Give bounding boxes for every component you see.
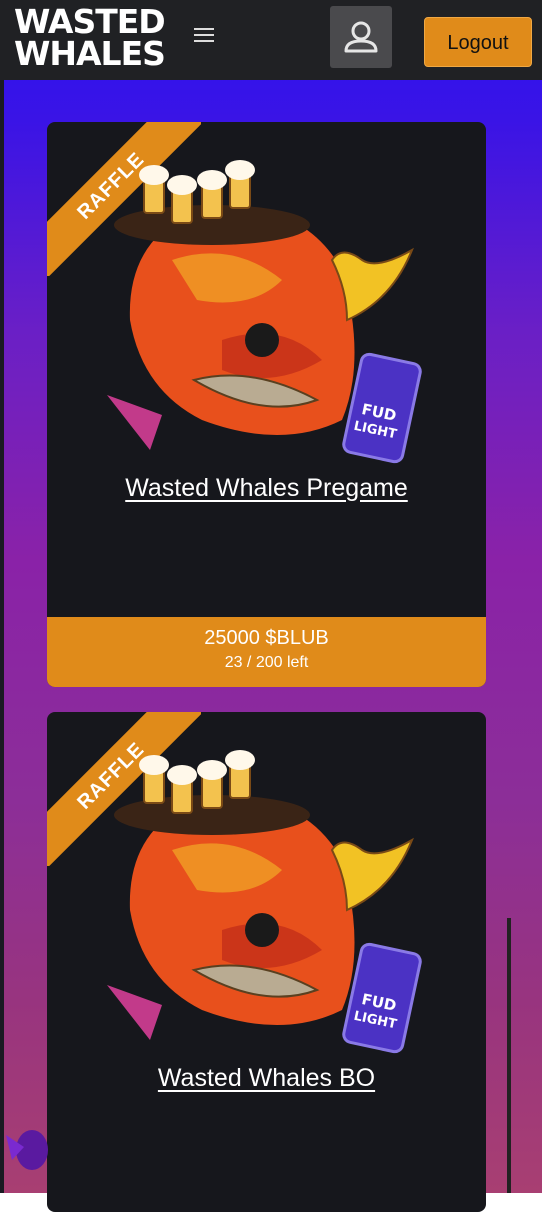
left-rail (0, 80, 4, 1193)
user-account-button[interactable] (330, 6, 392, 68)
background-fish-icon (6, 1130, 48, 1170)
whale-image: FUD LIGHT (107, 750, 422, 1054)
raffle-card[interactable]: RAFFLE FUD LIGHT Wasted Whales BO (47, 712, 486, 1212)
whale-image: FUD LIGHT (107, 160, 422, 464)
top-header: WASTED WHALES Logout (0, 0, 542, 80)
logo-line-2: WHALES (14, 34, 166, 73)
hamburger-icon[interactable] (194, 28, 214, 44)
card-title[interactable]: Wasted Whales Pregame (47, 474, 486, 503)
price-bar: 25000 $BLUB 23 / 200 left (47, 617, 486, 687)
wasted-whales-logo[interactable]: WASTED WHALES (14, 5, 166, 73)
user-icon (344, 21, 378, 53)
logout-button[interactable]: Logout (424, 17, 532, 67)
raffle-card[interactable]: RAFFLE FUD LIGHT Wasted Whales Pregame 2… (47, 122, 486, 687)
price-label: 25000 $BLUB (204, 627, 329, 649)
background-pole (507, 918, 511, 1193)
card-title[interactable]: Wasted Whales BO (47, 1064, 486, 1093)
remaining-count: 23 / 200 left (224, 654, 309, 671)
